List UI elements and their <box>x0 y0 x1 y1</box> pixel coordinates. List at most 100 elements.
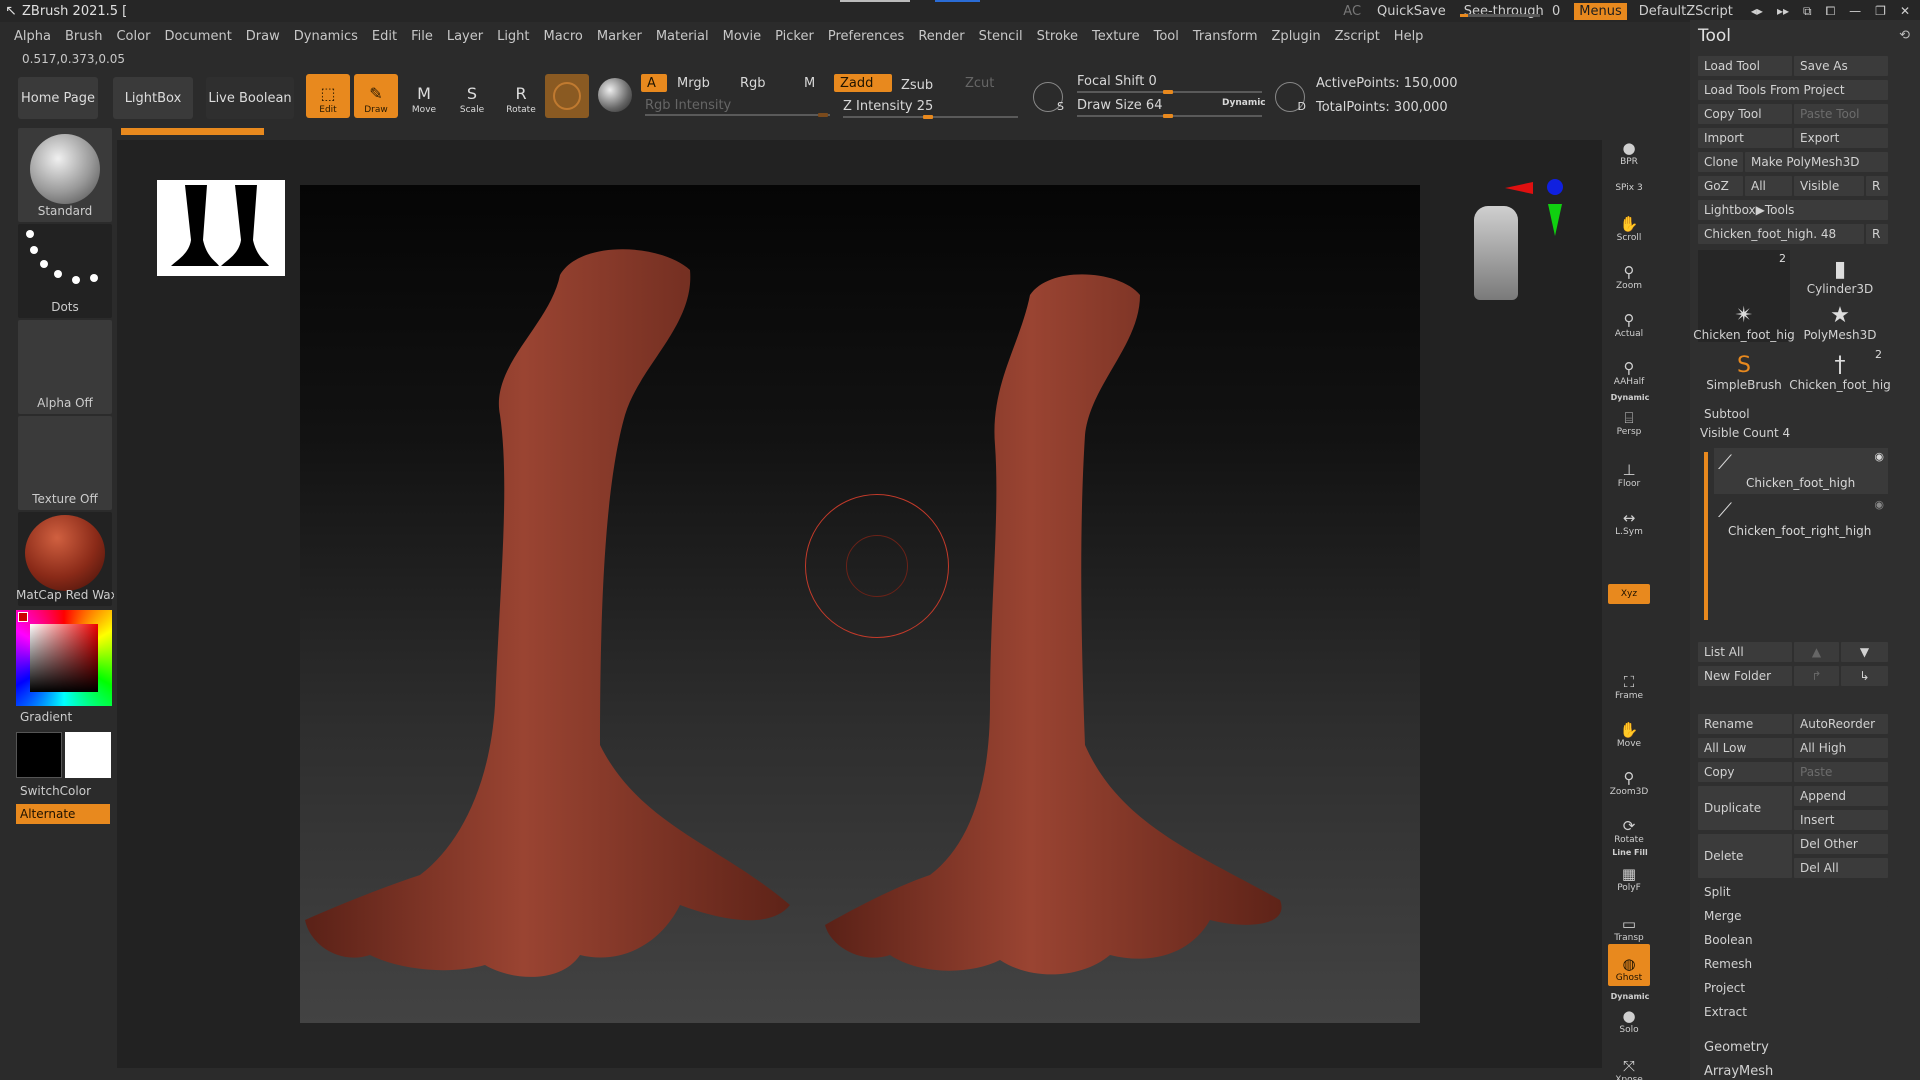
focal-shift-slider[interactable]: Focal Shift 0 <box>1077 74 1157 89</box>
all-low-button[interactable]: All Low <box>1698 738 1792 758</box>
move-tool-button[interactable]: M Move <box>402 74 446 118</box>
project-section[interactable]: Project <box>1698 978 1888 998</box>
color-picker[interactable] <box>16 610 112 706</box>
restore-icon[interactable]: ❐ <box>1875 4 1886 19</box>
load-tools-from-project-button[interactable]: Load Tools From Project <box>1698 80 1888 100</box>
save-as-button[interactable]: Save As <box>1794 56 1888 76</box>
menu-zplugin[interactable]: Zplugin <box>1272 29 1321 44</box>
a-toggle[interactable]: A <box>641 74 667 92</box>
menu-dynamics[interactable]: Dynamics <box>294 29 358 44</box>
menu-render[interactable]: Render <box>918 29 964 44</box>
menu-tool[interactable]: Tool <box>1154 29 1179 44</box>
goz-all-button[interactable]: All <box>1745 176 1792 196</box>
menu-color[interactable]: Color <box>116 29 150 44</box>
rgb-toggle[interactable]: Rgb <box>740 76 766 91</box>
load-tool-button[interactable]: Load Tool <box>1698 56 1792 76</box>
gradient-label[interactable]: Gradient <box>20 710 118 724</box>
lsym-button[interactable]: ↔ L.Sym <box>1608 498 1650 540</box>
tool-slot-3[interactable]: ★ PolyMesh3D <box>1794 296 1886 343</box>
duplicate-button[interactable]: Duplicate <box>1698 786 1792 830</box>
arraymesh-section[interactable]: ArrayMesh <box>1704 1064 1773 1079</box>
menu-preferences[interactable]: Preferences <box>828 29 904 44</box>
paste-tool-button[interactable]: Paste Tool <box>1794 104 1888 124</box>
subtool-scrollbar[interactable] <box>1704 452 1708 620</box>
boolean-section[interactable]: Boolean <box>1698 930 1888 950</box>
visible-count-slider[interactable]: Visible Count 4 <box>1700 426 1790 440</box>
menu-picker[interactable]: Picker <box>775 29 814 44</box>
menu-texture[interactable]: Texture <box>1092 29 1140 44</box>
folder-down-icon[interactable]: ↳ <box>1841 666 1888 686</box>
menus-button[interactable]: Menus <box>1574 2 1627 20</box>
polyf-button[interactable]: ▦ PolyF <box>1608 854 1650 896</box>
layout-prev-icon[interactable]: ◂▸ <box>1751 4 1763 19</box>
main-color-swatch[interactable] <box>16 732 62 778</box>
extract-section[interactable]: Extract <box>1698 1002 1888 1022</box>
lightbox-tools-button[interactable]: Lightbox▶Tools <box>1698 200 1888 220</box>
scroll-button[interactable]: ✋ Scroll <box>1608 204 1650 246</box>
merge-section[interactable]: Merge <box>1698 906 1888 926</box>
list-all-button[interactable]: List All <box>1698 642 1792 662</box>
menu-movie[interactable]: Movie <box>723 29 761 44</box>
zcut-toggle[interactable]: Zcut <box>965 76 994 91</box>
color-sv-square[interactable] <box>30 624 98 692</box>
zadd-toggle[interactable]: Zadd <box>834 74 892 92</box>
goz-visible-button[interactable]: Visible <box>1794 176 1864 196</box>
tool-slot-2[interactable]: ▮ Cylinder3D <box>1794 250 1886 297</box>
menu-stencil[interactable]: Stencil <box>979 29 1023 44</box>
menu-draw[interactable]: Draw <box>246 29 280 44</box>
focal-s-icon[interactable]: S <box>1033 82 1064 113</box>
mrgb-toggle[interactable]: Mrgb <box>677 76 710 91</box>
paste-subtool-button[interactable]: Paste <box>1794 762 1888 782</box>
new-folder-button[interactable]: New Folder <box>1698 666 1792 686</box>
menu-transform[interactable]: Transform <box>1193 29 1258 44</box>
z-intensity-knob[interactable] <box>923 115 933 119</box>
menu-zscript[interactable]: Zscript <box>1335 29 1380 44</box>
zsub-toggle[interactable]: Zsub <box>901 78 933 93</box>
clone-button[interactable]: Clone <box>1698 152 1743 172</box>
all-high-button[interactable]: All High <box>1794 738 1888 758</box>
default-zscript-button[interactable]: DefaultZScript <box>1631 4 1741 19</box>
tool-slot-5[interactable]: † Chicken_foot_hig 2 <box>1789 346 1891 392</box>
solo-button[interactable]: ● Solo <box>1608 996 1650 1038</box>
frame-button[interactable]: ⛶ Frame <box>1608 662 1650 704</box>
home-page-button[interactable]: Home Page <box>18 77 98 119</box>
menu-macro[interactable]: Macro <box>544 29 583 44</box>
make-polymesh3d-button[interactable]: Make PolyMesh3D <box>1745 152 1888 172</box>
xpose-button[interactable]: ⤧ Xpose <box>1608 1046 1650 1080</box>
del-all-button[interactable]: Del All <box>1794 858 1888 878</box>
rgb-intensity-knob[interactable] <box>818 113 828 117</box>
menu-light[interactable]: Light <box>497 29 529 44</box>
focal-shift-knob[interactable] <box>1163 90 1173 94</box>
rename-button[interactable]: Rename <box>1698 714 1792 734</box>
menu-alpha[interactable]: Alpha <box>14 29 51 44</box>
subtool-item-1[interactable]: ⟋ ◉ Chicken_foot_high <box>1714 448 1888 494</box>
del-other-button[interactable]: Del Other <box>1794 834 1888 854</box>
goz-button[interactable]: GoZ <box>1698 176 1743 196</box>
folder-up-icon[interactable]: ↱ <box>1794 666 1839 686</box>
zoom-button[interactable]: ⚲ Zoom <box>1608 252 1650 294</box>
layout-next-icon[interactable]: ▸▸ <box>1777 4 1789 19</box>
menu-help[interactable]: Help <box>1394 29 1424 44</box>
rotate-button[interactable]: ⟳ Rotate <box>1608 806 1650 848</box>
alternate-button[interactable]: Alternate <box>16 804 110 824</box>
subtool-header[interactable]: Subtool <box>1704 407 1750 421</box>
current-tool-r-button[interactable]: R <box>1866 224 1888 244</box>
transp-button[interactable]: ▭ Transp <box>1608 904 1650 946</box>
minimize-icon[interactable]: — <box>1849 4 1861 19</box>
close-icon[interactable]: ✕ <box>1900 4 1910 19</box>
sphere-icon[interactable] <box>598 78 632 112</box>
tool-slot-1[interactable]: ✴ Chicken_foot_hig 2 <box>1693 250 1795 342</box>
menu-stroke[interactable]: Stroke <box>1037 29 1078 44</box>
focal-d-icon[interactable]: D <box>1275 82 1306 113</box>
ac-toggle[interactable]: AC <box>1335 4 1369 19</box>
delete-button[interactable]: Delete <box>1698 834 1792 878</box>
edit-tool-button[interactable]: ⬚ Edit <box>306 74 350 118</box>
palette-close-icon[interactable]: ⟲ <box>1899 28 1910 43</box>
draw-size-knob[interactable] <box>1163 114 1173 118</box>
geometry-section[interactable]: Geometry <box>1704 1040 1769 1055</box>
bpr-button[interactable]: ● BPR <box>1608 128 1650 170</box>
insert-button[interactable]: Insert <box>1794 810 1888 830</box>
live-boolean-button[interactable]: Live Boolean <box>206 77 294 119</box>
m-toggle[interactable]: M <box>804 76 815 91</box>
ui-icon[interactable]: ⧠ <box>1826 4 1836 19</box>
